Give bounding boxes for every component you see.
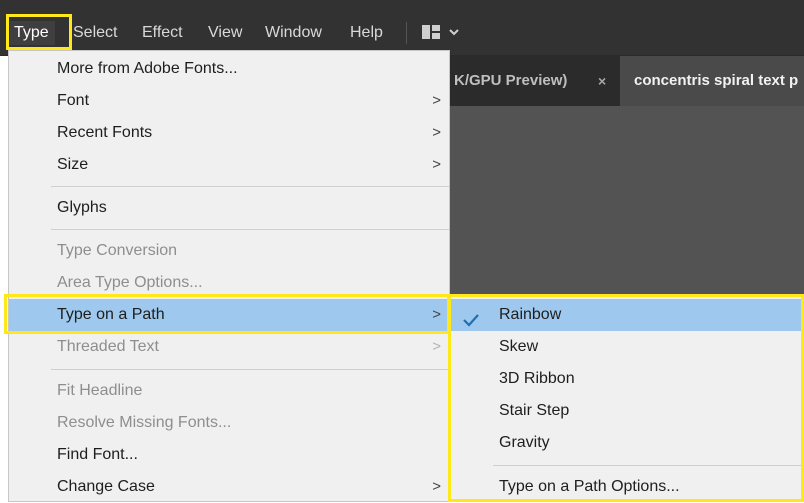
submenu-arrow-icon: > xyxy=(432,306,441,323)
type-menu-dropdown: More from Adobe Fonts... Font > Recent Fo… xyxy=(8,50,450,502)
menu-separator xyxy=(51,369,449,370)
submenu-item-type-on-a-path-options[interactable]: Type on a Path Options... xyxy=(451,471,803,503)
submenu-arrow-icon: > xyxy=(432,156,441,173)
submenu-item-3d-ribbon[interactable]: 3D Ribbon xyxy=(451,363,803,395)
menu-item-glyphs[interactable]: Glyphs xyxy=(9,192,449,224)
tab-gpu-preview[interactable]: K/GPU Preview) × xyxy=(450,56,624,106)
type-on-a-path-submenu: Rainbow Skew 3D Ribbon Stair Step Gravit… xyxy=(450,296,804,502)
menu-item-change-case[interactable]: Change Case > xyxy=(9,471,449,503)
menu-item-threaded-text: Threaded Text > xyxy=(9,331,449,363)
menu-separator xyxy=(493,465,803,466)
menu-view[interactable]: View xyxy=(208,21,242,45)
menu-window[interactable]: Window xyxy=(265,21,322,45)
submenu-arrow-icon: > xyxy=(432,92,441,109)
tab-concentric-spiral[interactable]: concentris spiral text p xyxy=(620,56,804,106)
submenu-item-stair-step[interactable]: Stair Step xyxy=(451,395,803,427)
menu-item-type-on-a-path[interactable]: Type on a Path > xyxy=(9,299,449,331)
submenu-arrow-icon: > xyxy=(432,124,441,141)
menu-separator xyxy=(51,186,449,187)
menu-select[interactable]: Select xyxy=(73,21,117,45)
submenu-arrow-icon: > xyxy=(432,478,441,495)
menu-bar: Type Select Effect View Window Help xyxy=(0,0,804,56)
menu-help[interactable]: Help xyxy=(350,21,383,45)
checkmark-icon xyxy=(463,307,479,327)
menu-separator xyxy=(51,229,449,230)
tab-label: K/GPU Preview) xyxy=(454,72,568,89)
close-tab-icon[interactable]: × xyxy=(598,56,606,106)
workspace-switcher-icon[interactable] xyxy=(422,24,462,42)
chevron-down-icon xyxy=(449,29,459,36)
menu-item-font[interactable]: Font > xyxy=(9,85,449,117)
menu-item-find-font[interactable]: Find Font... xyxy=(9,439,449,471)
menu-item-fit-headline: Fit Headline xyxy=(57,382,143,399)
menu-item-type-conversion: Type Conversion xyxy=(57,242,178,259)
menubar-divider xyxy=(406,22,407,44)
document-tab-bar: K/GPU Preview) × concentris spiral text … xyxy=(450,56,804,106)
menu-item-recent-fonts[interactable]: Recent Fonts > xyxy=(9,117,449,149)
tab-label: concentris spiral text p xyxy=(634,72,799,89)
menu-item-area-type-options: Area Type Options... xyxy=(57,274,203,291)
submenu-item-rainbow[interactable]: Rainbow xyxy=(451,299,803,331)
submenu-arrow-icon: > xyxy=(432,338,441,355)
menu-item-resolve-missing-fonts: Resolve Missing Fonts... xyxy=(57,414,232,431)
submenu-item-gravity[interactable]: Gravity xyxy=(451,427,803,459)
menu-type[interactable]: Type xyxy=(10,21,55,45)
menu-item-size[interactable]: Size > xyxy=(9,149,449,181)
menu-item-more-from-adobe-fonts[interactable]: More from Adobe Fonts... xyxy=(9,53,449,85)
submenu-item-skew[interactable]: Skew xyxy=(451,331,803,363)
menu-effect[interactable]: Effect xyxy=(142,21,183,45)
